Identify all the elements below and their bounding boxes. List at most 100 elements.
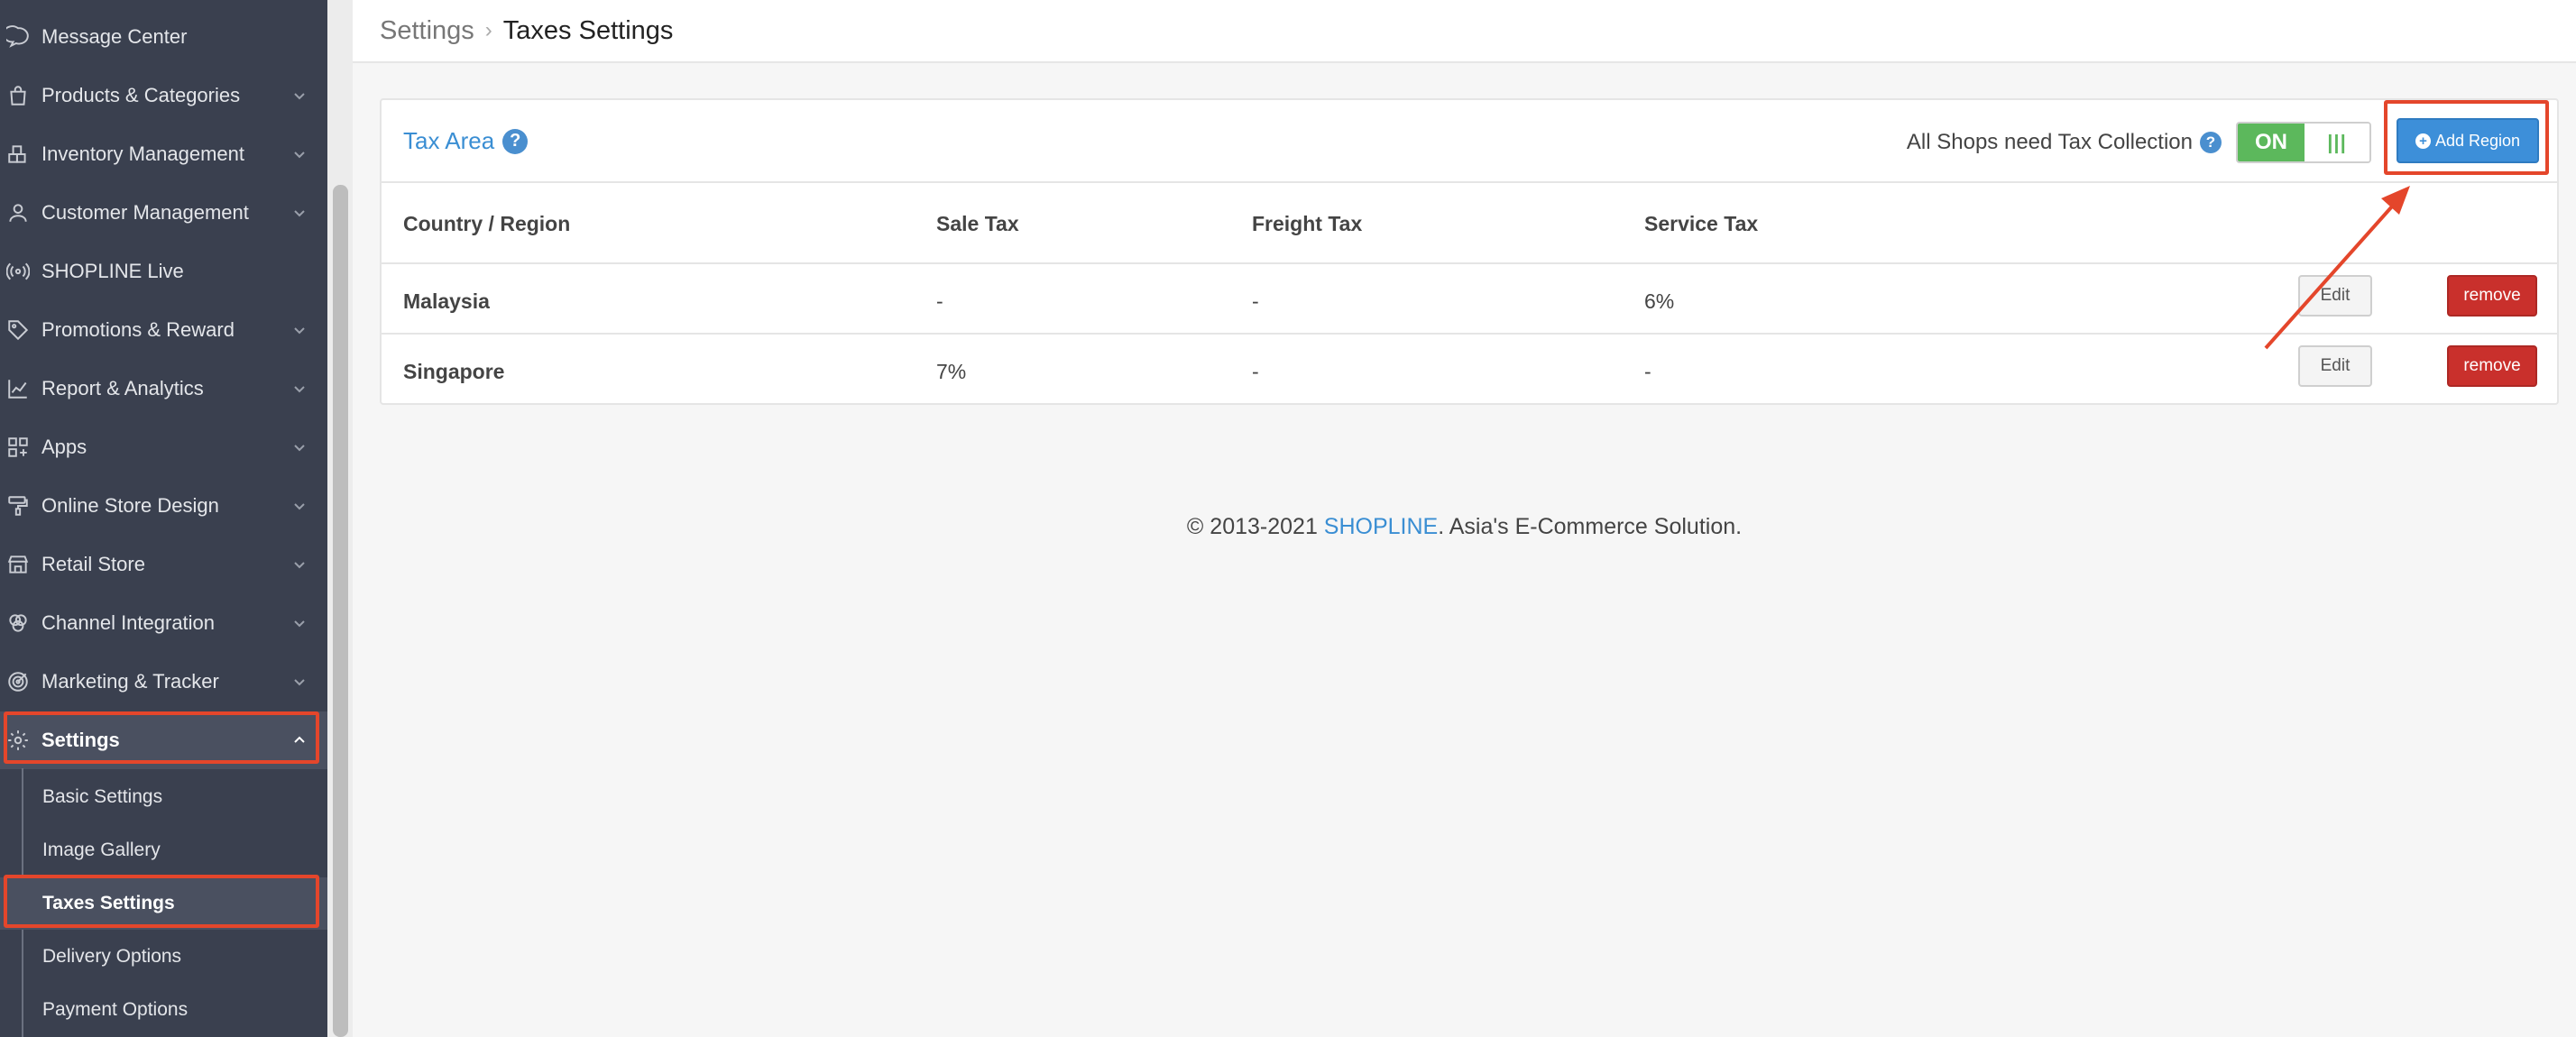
cell-freight-tax: - bbox=[1252, 360, 1259, 383]
plus-circle-icon: + bbox=[2415, 133, 2431, 149]
gear-icon bbox=[5, 728, 31, 753]
add-region-label: Add Region bbox=[2434, 131, 2521, 150]
apps-grid-icon bbox=[5, 435, 31, 460]
chevron-down-icon bbox=[290, 555, 309, 574]
chevron-down-icon bbox=[290, 144, 309, 164]
sidebar-item-shopline-live[interactable]: SHOPLINE Live bbox=[0, 243, 327, 300]
target-icon bbox=[5, 669, 31, 694]
tax-area-title: Tax Area ? bbox=[403, 127, 529, 155]
edit-button[interactable]: Edit bbox=[2298, 345, 2372, 387]
footer-tagline: . Asia's E-Commerce Solution. bbox=[1438, 514, 1743, 539]
chevron-down-icon bbox=[290, 672, 309, 692]
tax-area-card: Tax Area ? All Shops need Tax Collection… bbox=[380, 98, 2559, 405]
page-title: Taxes Settings bbox=[502, 15, 674, 45]
chart-icon bbox=[5, 376, 31, 401]
tax-area-header: Tax Area ? All Shops need Tax Collection… bbox=[382, 100, 2557, 183]
edit-button[interactable]: Edit bbox=[2298, 275, 2372, 317]
footer-brand-link[interactable]: SHOPLINE bbox=[1324, 514, 1438, 539]
toggle-knob[interactable]: ||| bbox=[2305, 124, 2369, 161]
sidebar-sub-delivery-options[interactable]: Delivery Options bbox=[0, 931, 327, 983]
chevron-down-icon bbox=[290, 379, 309, 399]
sidebar-sub-label: Basic Settings bbox=[42, 786, 163, 807]
paint-roller-icon bbox=[5, 493, 31, 518]
cell-country: Malaysia bbox=[403, 289, 490, 313]
store-icon bbox=[5, 552, 31, 577]
chevron-down-icon bbox=[290, 320, 309, 340]
footer: © 2013-2021 SHOPLINE. Asia's E-Commerce … bbox=[353, 514, 2576, 540]
sidebar-sub-label: Taxes Settings bbox=[42, 893, 175, 913]
cell-freight-tax: - bbox=[1252, 289, 1259, 313]
column-header-sale-tax: Sale Tax bbox=[936, 212, 1019, 235]
footer-copyright: © 2013-2021 bbox=[1186, 514, 1324, 539]
broadcast-icon bbox=[5, 259, 31, 284]
sidebar-item-label: Message Center bbox=[41, 25, 188, 48]
cell-service-tax: 6% bbox=[1644, 289, 1675, 313]
channels-icon bbox=[5, 610, 31, 636]
breadcrumb-separator: › bbox=[484, 18, 492, 42]
sidebar-item-promotions[interactable]: Promotions & Reward bbox=[0, 301, 327, 359]
sidebar-sub-label: Image Gallery bbox=[42, 840, 161, 860]
cell-country: Singapore bbox=[403, 360, 505, 383]
sidebar-item-inventory[interactable]: Inventory Management bbox=[0, 125, 327, 183]
sidebar-item-label: Settings bbox=[41, 729, 120, 751]
column-header-service-tax: Service Tax bbox=[1644, 212, 1759, 235]
table-row: Singapore 7% - - Edit remove bbox=[382, 335, 2557, 405]
cell-sale-tax: - bbox=[936, 289, 943, 313]
tax-collection-control: All Shops need Tax Collection ? ON ||| bbox=[1907, 122, 2371, 163]
tax-area-title-text: Tax Area bbox=[403, 127, 495, 154]
sidebar-item-label: Retail Store bbox=[41, 553, 145, 575]
sidebar-item-customer[interactable]: Customer Management bbox=[0, 184, 327, 242]
add-region-button[interactable]: + Add Region bbox=[2397, 118, 2539, 163]
remove-button[interactable]: remove bbox=[2447, 345, 2537, 387]
chevron-up-icon bbox=[290, 730, 309, 750]
sidebar-item-apps[interactable]: Apps bbox=[0, 418, 327, 476]
sidebar-item-label: Online Store Design bbox=[41, 494, 219, 517]
cell-sale-tax: 7% bbox=[936, 360, 967, 383]
sidebar-item-label: Marketing & Tracker bbox=[41, 670, 219, 693]
help-icon[interactable]: ? bbox=[2200, 132, 2222, 153]
inventory-icon bbox=[5, 142, 31, 167]
cell-service-tax: - bbox=[1644, 360, 1651, 383]
sidebar-item-settings[interactable]: Settings bbox=[0, 711, 327, 769]
chevron-down-icon bbox=[290, 86, 309, 106]
sidebar-item-products[interactable]: Products & Categories bbox=[0, 67, 327, 124]
sidebar-item-label: Promotions & Reward bbox=[41, 318, 235, 341]
column-header-freight-tax: Freight Tax bbox=[1252, 212, 1363, 235]
chat-bubble-icon bbox=[5, 24, 31, 50]
sidebar-sub-label: Delivery Options bbox=[42, 946, 182, 967]
sidebar-item-retail-store[interactable]: Retail Store bbox=[0, 536, 327, 593]
table-header: Country / Region Sale Tax Freight Tax Se… bbox=[382, 183, 2557, 264]
column-header-country: Country / Region bbox=[403, 212, 571, 235]
chevron-down-icon bbox=[290, 203, 309, 223]
sidebar-item-label: SHOPLINE Live bbox=[41, 260, 184, 282]
sidebar-sub-payment-options[interactable]: Payment Options bbox=[0, 984, 327, 1036]
toggle-on-label: ON bbox=[2238, 124, 2305, 161]
sidebar-item-label: Report & Analytics bbox=[41, 377, 204, 399]
sidebar-item-message-center[interactable]: Message Center bbox=[0, 8, 327, 66]
chevron-down-icon bbox=[290, 613, 309, 633]
sidebar-item-marketing[interactable]: Marketing & Tracker bbox=[0, 653, 327, 711]
breadcrumb-settings-link[interactable]: Settings bbox=[380, 16, 474, 46]
breadcrumb: Settings › Taxes Settings bbox=[353, 0, 2576, 63]
sidebar-item-online-store-design[interactable]: Online Store Design bbox=[0, 477, 327, 535]
sidebar-item-label: Products & Categories bbox=[41, 84, 241, 106]
sidebar-item-label: Channel Integration bbox=[41, 611, 216, 634]
sidebar-item-report[interactable]: Report & Analytics bbox=[0, 360, 327, 418]
sidebar-item-channel-integration[interactable]: Channel Integration bbox=[0, 594, 327, 652]
sidebar-item-label: Customer Management bbox=[41, 201, 249, 224]
sidebar-item-label: Apps bbox=[41, 436, 87, 458]
remove-button[interactable]: remove bbox=[2447, 275, 2537, 317]
help-icon[interactable]: ? bbox=[502, 128, 529, 154]
user-icon bbox=[5, 200, 31, 225]
sidebar-sub-basic-settings[interactable]: Basic Settings bbox=[0, 771, 327, 823]
sidebar-scrollbar-thumb[interactable] bbox=[333, 185, 348, 1037]
sidebar-sub-taxes-settings[interactable]: Taxes Settings bbox=[0, 877, 327, 930]
sidebar-sub-label: Payment Options bbox=[42, 999, 189, 1020]
shopping-bag-icon bbox=[5, 83, 31, 108]
table-row: Malaysia - - 6% Edit remove bbox=[382, 264, 2557, 335]
sidebar-sub-image-gallery[interactable]: Image Gallery bbox=[0, 824, 327, 876]
tax-collection-toggle[interactable]: ON ||| bbox=[2236, 122, 2371, 163]
tag-icon bbox=[5, 317, 31, 343]
sidebar: Message Center Products & Categories Inv… bbox=[0, 0, 327, 1037]
tax-collection-label: All Shops need Tax Collection bbox=[1906, 130, 2193, 154]
